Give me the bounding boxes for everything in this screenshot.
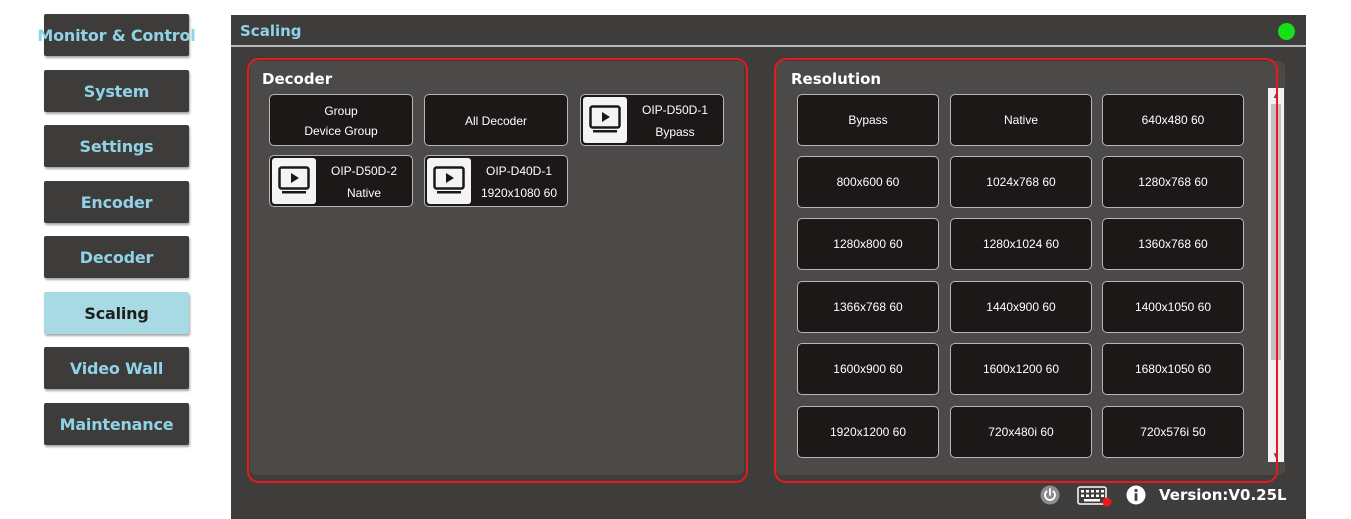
decoder-item-mode: Bypass [655, 125, 695, 139]
decoder-item-oip-d50d-1[interactable]: OIP-D50D-1 Bypass [580, 94, 724, 146]
info-icon[interactable] [1126, 485, 1146, 510]
resolution-option[interactable]: Bypass [797, 94, 939, 146]
resolution-option[interactable]: 1920x1200 60 [797, 406, 939, 458]
decoder-item-line1: Group [324, 104, 358, 118]
nav-video-wall[interactable]: Video Wall [44, 347, 189, 389]
monitor-icon [427, 158, 471, 204]
nav-decoder[interactable]: Decoder [44, 236, 189, 278]
decoder-item-mode: 1920x1080 60 [480, 186, 558, 200]
decoder-item-all-decoder[interactable]: All Decoder [424, 94, 568, 146]
resolution-option[interactable]: 1280x1024 60 [950, 218, 1092, 270]
resolution-option[interactable]: 1360x768 60 [1102, 218, 1244, 270]
decoder-item-label: All Decoder [464, 114, 528, 128]
resolution-option[interactable]: 1400x1050 60 [1102, 281, 1244, 333]
resolution-option[interactable]: 1280x768 60 [1102, 156, 1244, 208]
scroll-down-arrow-icon[interactable]: ▼ [1268, 448, 1284, 462]
resolution-option[interactable]: 1600x1200 60 [950, 343, 1092, 395]
resolution-panel-title: Resolution [791, 70, 882, 88]
status-indicator-icon [1278, 23, 1295, 40]
resolution-option[interactable]: 1440x900 60 [950, 281, 1092, 333]
resolution-option[interactable]: 1680x1050 60 [1102, 343, 1244, 395]
page-title: Scaling [240, 22, 302, 40]
decoder-item-oip-d50d-2[interactable]: OIP-D50D-2 Native [269, 155, 413, 207]
decoder-item-name: OIP-D50D-1 [641, 103, 709, 117]
scroll-up-arrow-icon[interactable]: ▲ [1268, 88, 1284, 102]
decoder-item-mode: Native [346, 186, 381, 200]
resolution-option[interactable]: 1600x900 60 [797, 343, 939, 395]
nav-monitor-control[interactable]: Monitor & Control [37, 14, 196, 56]
page-header: Scaling [231, 15, 1306, 47]
monitor-icon [272, 158, 316, 204]
monitor-icon [583, 97, 627, 143]
version-label: Version:V0.25L [1159, 486, 1287, 504]
nav-encoder[interactable]: Encoder [44, 181, 189, 223]
resolution-option[interactable]: 1024x768 60 [950, 156, 1092, 208]
power-icon[interactable] [1040, 485, 1060, 510]
resolution-option[interactable]: 1366x768 60 [797, 281, 939, 333]
nav-system[interactable]: System [44, 70, 189, 112]
decoder-item-name: OIP-D50D-2 [330, 164, 398, 178]
scrollbar-thumb[interactable] [1271, 104, 1281, 360]
resolution-option[interactable]: Native [950, 94, 1092, 146]
resolution-option[interactable]: 720x576i 50 [1102, 406, 1244, 458]
resolution-option[interactable]: 800x600 60 [797, 156, 939, 208]
resolution-option[interactable]: 1280x800 60 [797, 218, 939, 270]
nav-scaling[interactable]: Scaling [44, 292, 189, 334]
decoder-panel-title: Decoder [262, 70, 333, 88]
decoder-item-name: OIP-D40D-1 [485, 164, 553, 178]
decoder-item-line2: Device Group [304, 124, 378, 138]
decoder-item-device-group[interactable]: Group Device Group [269, 94, 413, 146]
decoder-item-oip-d40d-1[interactable]: OIP-D40D-1 1920x1080 60 [424, 155, 568, 207]
resolution-scrollbar[interactable]: ▲ ▼ [1268, 88, 1284, 462]
nav-maintenance[interactable]: Maintenance [44, 403, 189, 445]
keyboard-icon[interactable] [1077, 485, 1113, 512]
resolution-option[interactable]: 720x480i 60 [950, 406, 1092, 458]
nav-settings[interactable]: Settings [44, 125, 189, 167]
resolution-option[interactable]: 640x480 60 [1102, 94, 1244, 146]
